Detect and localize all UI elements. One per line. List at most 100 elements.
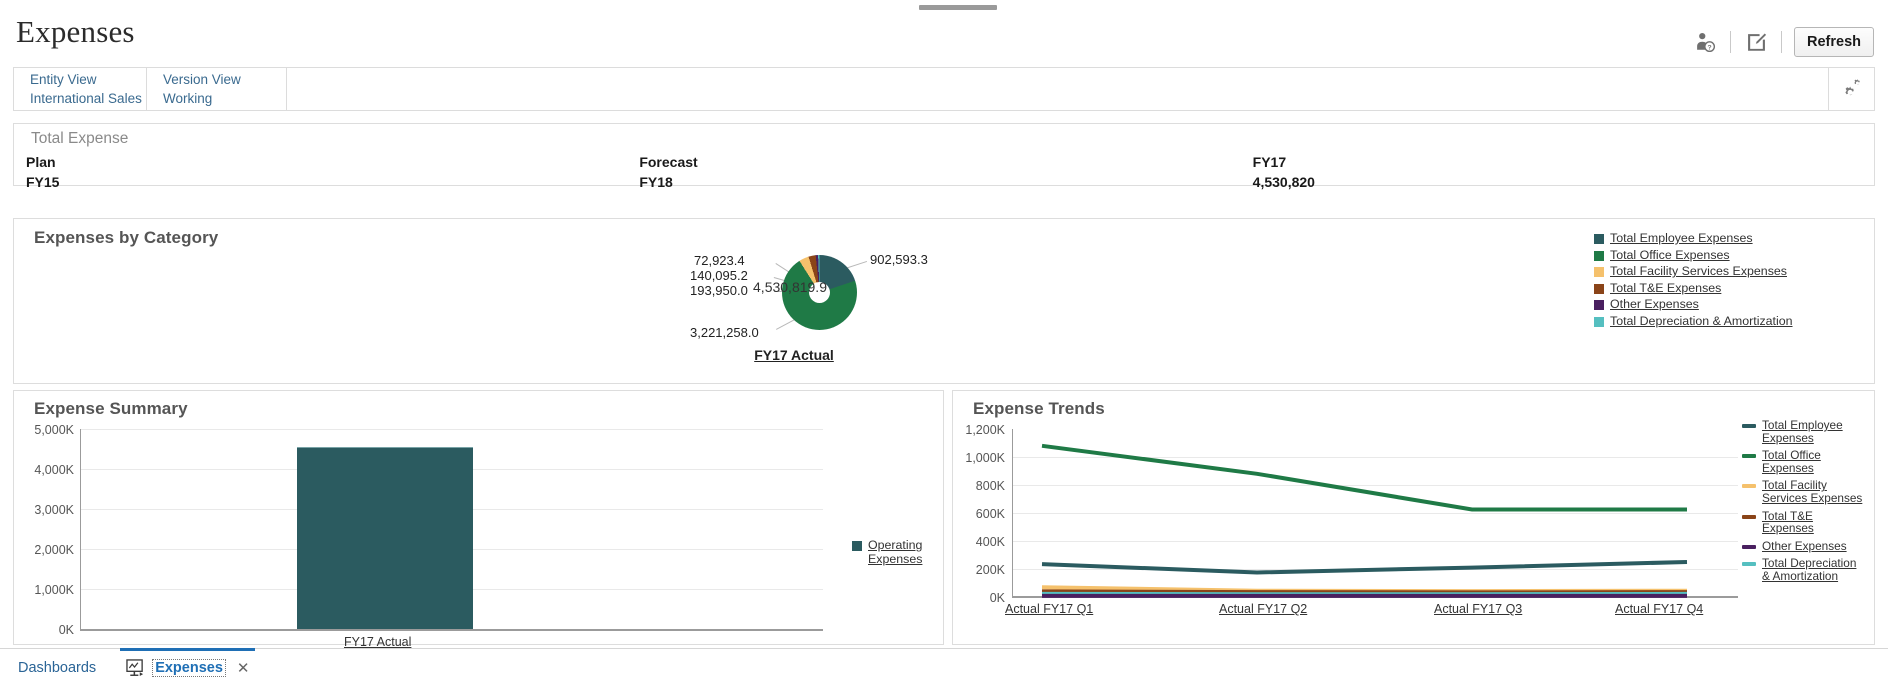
legend-label[interactable]: Total Depreciation & Amortization — [1610, 314, 1793, 328]
legend-item[interactable]: Other Expenses — [1742, 540, 1864, 553]
x-axis-tick[interactable]: FY17 Actual — [344, 635, 411, 649]
edit-square-icon[interactable] — [1737, 25, 1775, 59]
user-help-icon[interactable]: ? — [1686, 25, 1724, 59]
bar-operating-expenses[interactable] — [297, 447, 473, 629]
legend-label[interactable]: Total Employee Expenses — [1762, 419, 1864, 444]
page-header: Expenses ? Refresh — [0, 12, 1888, 64]
trend-lines[interactable] — [1012, 429, 1738, 599]
pov-fields: Entity View International Sales Version … — [14, 68, 1828, 110]
close-icon[interactable]: ✕ — [237, 659, 250, 677]
legend-item[interactable]: Total Office Expenses — [1742, 449, 1864, 474]
total-expense-title: Total Expense — [31, 130, 129, 147]
pie-chart-x-label[interactable]: FY17 Actual — [714, 347, 874, 363]
header-toolbar: ? Refresh — [1686, 24, 1874, 60]
tab-label[interactable]: Expenses — [152, 658, 226, 677]
pov-empty-area — [287, 68, 1828, 110]
series-total-office-expenses — [1041, 443, 1687, 512]
pov-member-label[interactable]: Working — [163, 89, 286, 108]
pov-settings-button[interactable] — [1828, 68, 1874, 110]
legend-swatch-icon — [1594, 267, 1604, 277]
dashboard-page: Expenses ? Refresh Entity View Internati… — [0, 0, 1888, 686]
svg-text:?: ? — [1708, 45, 1712, 52]
dashboards-link[interactable]: Dashboards — [18, 660, 96, 676]
legend-item[interactable]: Total Depreciation & Amortization — [1594, 314, 1834, 328]
total-expense-column-forecast: Forecast FY18 — [639, 152, 1252, 193]
y-axis-tick: 0K — [989, 591, 1005, 605]
legend-label[interactable]: Total Office Expenses — [1762, 449, 1864, 474]
refresh-button[interactable]: Refresh — [1794, 27, 1874, 57]
legend-swatch-icon — [1594, 300, 1604, 310]
x-axis-tick[interactable]: Actual FY17 Q2 — [1219, 602, 1307, 616]
legend-item[interactable]: Total T&E Expenses — [1594, 281, 1834, 295]
x-axis-tick[interactable]: Actual FY17 Q3 — [1434, 602, 1522, 616]
trends-legend: Total Employee Expenses Total Office Exp… — [1742, 419, 1864, 588]
y-axis-tick: 0K — [58, 623, 74, 637]
bar-chart-legend: Operating Expenses — [852, 538, 926, 566]
legend-swatch-icon — [1594, 250, 1604, 261]
legend-swatch-icon — [1742, 454, 1756, 459]
column-value: FY18 — [639, 174, 673, 190]
legend-swatch-icon — [1742, 514, 1756, 519]
legend-label[interactable]: Total Employee Expenses — [1610, 231, 1753, 245]
y-axis-tick: 1,000K — [965, 451, 1005, 465]
legend-label[interactable]: Operating Expenses — [868, 538, 926, 566]
legend-item[interactable]: Total Employee Expenses — [1594, 231, 1834, 245]
x-axis-tick[interactable]: Actual FY17 Q1 — [1005, 602, 1093, 616]
legend-label[interactable]: Other Expenses — [1762, 540, 1847, 553]
legend-item[interactable]: Total Depreciation & Amortization — [1742, 557, 1864, 582]
legend-label[interactable]: Total Office Expenses — [1610, 248, 1730, 262]
legend-label[interactable]: Total Facility Services Expenses — [1762, 479, 1864, 504]
legend-item[interactable]: Total T&E Expenses — [1742, 509, 1864, 535]
legend-item[interactable]: Total Facility Services Expenses — [1742, 479, 1864, 504]
total-expense-column-plan: Plan FY15 — [26, 152, 639, 193]
y-axis-tick: 800K — [975, 479, 1005, 493]
legend-label[interactable]: Total T&E Expenses — [1610, 281, 1721, 295]
pov-member-label[interactable]: International Sales — [30, 89, 146, 108]
y-axis-tick: 600K — [975, 507, 1005, 521]
y-axis-tick: 2,000K — [34, 543, 74, 557]
legend-swatch-icon — [852, 541, 862, 551]
pov-entity-view[interactable]: Entity View International Sales — [14, 68, 147, 110]
y-axis-tick: 200K — [975, 563, 1005, 577]
tab-expenses[interactable]: Expenses ✕ — [120, 648, 256, 686]
pie-data-label: 902,593.3 — [870, 252, 928, 267]
legend-label[interactable]: Total Facility Services Expenses — [1610, 264, 1787, 278]
column-value: 4,530,820 — [1252, 174, 1315, 190]
legend-label[interactable]: Other Expenses — [1610, 297, 1699, 311]
y-axis-tick: 5,000K — [34, 423, 74, 437]
pov-dimension-label[interactable]: Version View — [163, 70, 286, 89]
legend-swatch-icon — [1742, 484, 1756, 489]
bottom-taskbar: Dashboards Expenses ✕ — [0, 648, 1888, 686]
x-axis-tick[interactable]: Actual FY17 Q4 — [1615, 602, 1703, 616]
y-axis-tick: 1,200K — [965, 423, 1005, 437]
expenses-by-category-panel: Expenses by Category 72,923.4 140,095.2 … — [13, 218, 1875, 384]
legend-item[interactable]: Other Expenses — [1594, 297, 1834, 311]
y-axis-tick: 4,000K — [34, 463, 74, 477]
legend-item[interactable]: Total Office Expenses — [1594, 248, 1834, 262]
gridline — [81, 429, 823, 430]
legend-swatch-icon — [1742, 544, 1756, 549]
column-label: FY17 — [1252, 154, 1287, 170]
column-label: Forecast — [639, 154, 698, 170]
pie-data-label: 3,221,258.0 — [690, 325, 759, 340]
expenses-by-category-title: Expenses by Category — [34, 228, 219, 247]
pov-bar: Entity View International Sales Version … — [13, 67, 1875, 111]
legend-item[interactable]: Total Facility Services Expenses — [1594, 264, 1834, 278]
category-legend: Total Employee Expenses Total Office Exp… — [1594, 231, 1834, 330]
legend-label[interactable]: Total Depreciation & Amortization — [1762, 557, 1864, 582]
total-expense-columns: Plan FY15 Forecast FY18 FY17 4,530,820 — [26, 152, 1866, 193]
window-drag-handle[interactable] — [919, 5, 997, 10]
legend-swatch-icon — [1594, 283, 1604, 294]
legend-label[interactable]: Total T&E Expenses — [1762, 509, 1864, 535]
y-axis-tick: 3,000K — [34, 503, 74, 517]
legend-swatch-icon — [1594, 234, 1604, 244]
pov-dimension-label[interactable]: Entity View — [30, 70, 146, 89]
gears-icon — [1844, 79, 1860, 96]
column-label: Plan — [26, 154, 56, 170]
y-axis-line — [80, 429, 81, 630]
page-title: Expenses — [16, 14, 135, 49]
legend-item[interactable]: Total Employee Expenses — [1742, 419, 1864, 444]
dashboard-chart-icon — [126, 658, 145, 677]
legend-swatch-icon — [1594, 316, 1604, 327]
pov-version-view[interactable]: Version View Working — [147, 68, 287, 110]
